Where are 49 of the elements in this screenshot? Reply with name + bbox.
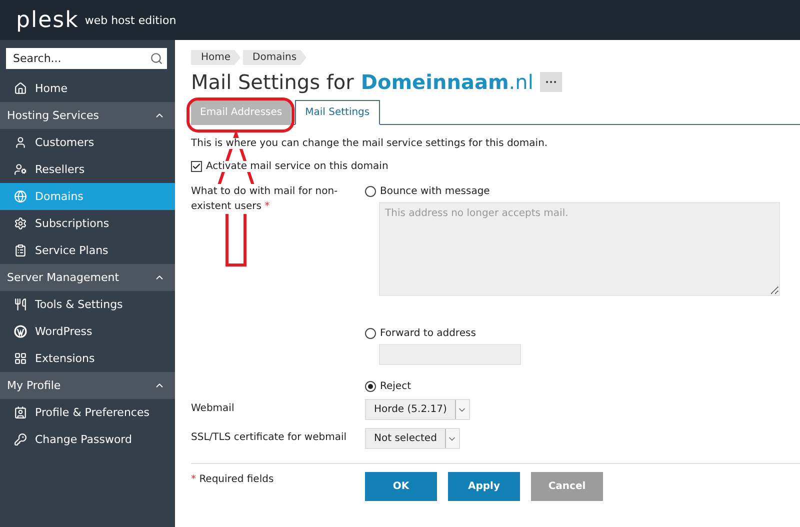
search-field[interactable]: Search... bbox=[6, 48, 167, 69]
nav-item[interactable]: WordPress bbox=[0, 318, 175, 345]
nav-item[interactable]: Home bbox=[0, 75, 175, 102]
radio-button[interactable] bbox=[365, 328, 376, 339]
home-icon bbox=[14, 82, 27, 95]
nav-section-header[interactable]: Server Management bbox=[0, 264, 175, 291]
nav-item[interactable]: Resellers bbox=[0, 156, 175, 183]
radio-label: Reject bbox=[380, 381, 412, 392]
nav-item[interactable]: Change Password bbox=[0, 426, 175, 453]
nav-item[interactable]: Tools & Settings bbox=[0, 291, 175, 318]
dropdown[interactable]: Horde (5.2.17) bbox=[365, 399, 470, 420]
logo: plesk bbox=[16, 8, 79, 32]
message-field[interactable]: This address no longer accepts mail. bbox=[379, 202, 780, 296]
radio-button[interactable] bbox=[365, 381, 376, 392]
nav-item[interactable]: Profile & Preferences bbox=[0, 399, 175, 426]
radio-label: Bounce with message bbox=[380, 186, 490, 197]
user-icon bbox=[14, 136, 27, 149]
radio-label: Forward to address bbox=[380, 328, 476, 339]
edition-label: web host edition bbox=[84, 14, 176, 26]
checkbox-label: Activate mail service on this domain bbox=[206, 161, 388, 172]
dropdown[interactable]: Not selected bbox=[365, 428, 460, 449]
nav-item[interactable]: Service Plans bbox=[0, 237, 175, 264]
tab[interactable]: Mail Settings bbox=[295, 100, 380, 125]
breadcrumb-link[interactable]: Home bbox=[191, 50, 241, 65]
radio-button[interactable] bbox=[365, 186, 376, 197]
user-gear-icon bbox=[14, 163, 27, 176]
key-icon bbox=[14, 433, 27, 446]
nav-section-header[interactable]: Hosting Services bbox=[0, 102, 175, 129]
page-title: Mail Settings for bbox=[191, 70, 354, 94]
form-button[interactable]: OK bbox=[365, 472, 437, 501]
more-button[interactable]: ··· bbox=[540, 72, 562, 92]
grid-icon bbox=[14, 352, 27, 365]
domain-name: Domeinnaam.nl bbox=[360, 70, 534, 94]
description-text: This is where you can change the mail service settings for this domain. bbox=[191, 138, 548, 149]
form-button[interactable]: Apply bbox=[448, 472, 520, 501]
nav-item[interactable]: Subscriptions bbox=[0, 210, 175, 237]
circle-logo-icon bbox=[14, 325, 27, 338]
nav-item[interactable]: Extensions bbox=[0, 345, 175, 372]
search-icon bbox=[150, 52, 163, 65]
checkbox[interactable] bbox=[191, 161, 202, 172]
nav-item[interactable]: Customers bbox=[0, 129, 175, 156]
breadcrumb-link[interactable]: Domains bbox=[242, 50, 307, 65]
contact-card-icon bbox=[14, 406, 27, 419]
clipboard-icon bbox=[14, 244, 27, 257]
address-field[interactable] bbox=[379, 344, 521, 365]
nav-section-header[interactable]: My Profile bbox=[0, 372, 175, 399]
gear-icon bbox=[14, 217, 27, 230]
utensils-icon bbox=[14, 298, 27, 311]
globe-icon bbox=[14, 190, 27, 203]
